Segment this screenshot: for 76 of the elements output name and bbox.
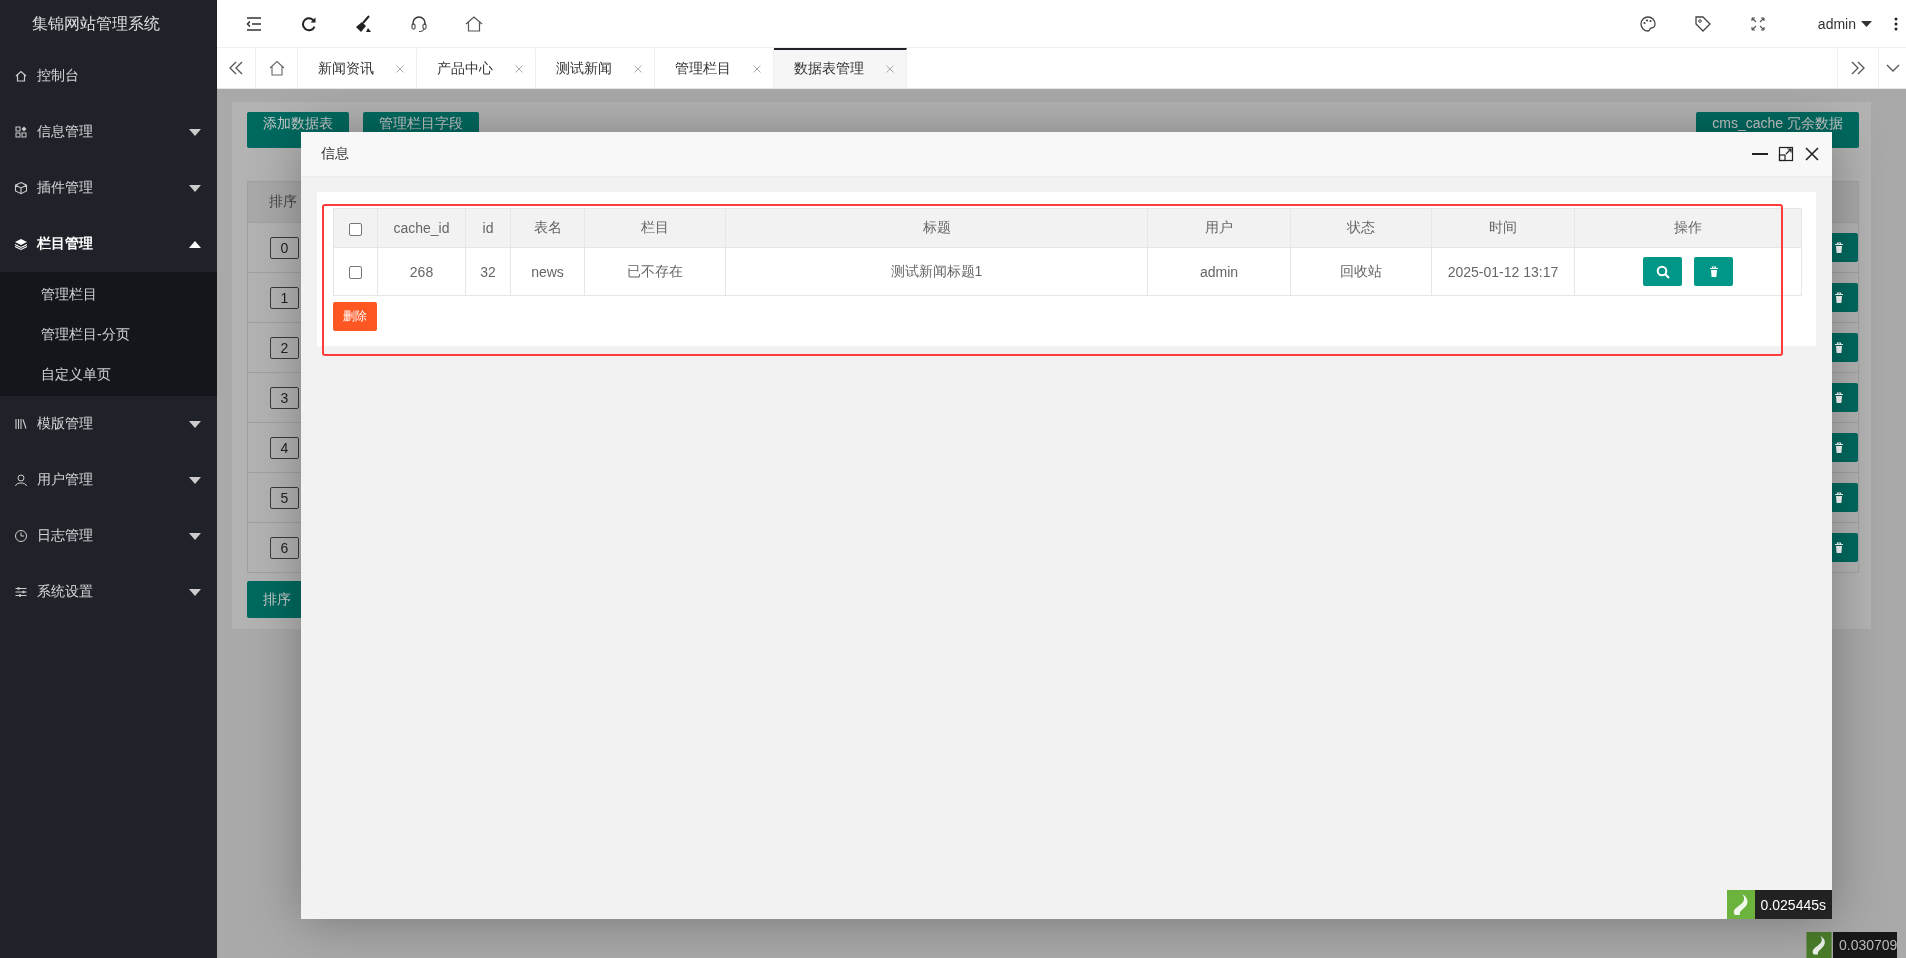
column-header: 时间 bbox=[1431, 208, 1575, 248]
flame-logo-icon bbox=[1726, 890, 1755, 919]
headset-icon bbox=[409, 13, 429, 34]
user-menu[interactable]: admin bbox=[1817, 15, 1872, 32]
column-header: id bbox=[465, 208, 511, 248]
user-icon bbox=[14, 473, 28, 487]
dialog-title: 信息 bbox=[321, 145, 350, 163]
maximize-button[interactable] bbox=[1778, 146, 1794, 162]
table-cell: 268 bbox=[377, 247, 466, 296]
sidebar-item[interactable]: 用户管理 bbox=[0, 452, 217, 508]
order-input[interactable]: 3 bbox=[270, 386, 299, 409]
column-header: 用户 bbox=[1147, 208, 1291, 248]
page-tab[interactable]: 数据表管理 bbox=[774, 48, 907, 88]
sidebar-item[interactable]: 信息管理 bbox=[0, 104, 217, 160]
table-cell: news bbox=[510, 247, 585, 296]
column-header: 表名 bbox=[510, 208, 585, 248]
layers-icon bbox=[14, 237, 28, 251]
caret-down-icon bbox=[1861, 20, 1872, 27]
select-all-checkbox[interactable] bbox=[349, 222, 362, 236]
column-header: 栏目 bbox=[584, 208, 726, 248]
view-button[interactable] bbox=[1643, 257, 1682, 286]
close-icon bbox=[634, 65, 642, 73]
timer-label: 0.030709 bbox=[1833, 932, 1898, 958]
timer-label: 0.025445s bbox=[1754, 890, 1832, 919]
sidebar-item[interactable]: 插件管理 bbox=[0, 160, 217, 216]
sidebar-item[interactable]: 控制台 bbox=[0, 48, 217, 104]
maximize-icon bbox=[1778, 146, 1794, 162]
sidebar-item[interactable]: 模版管理 bbox=[0, 396, 217, 452]
double-chevron-left-icon bbox=[228, 60, 244, 76]
close-icon bbox=[396, 65, 404, 73]
table-cell: 回收站 bbox=[1290, 247, 1432, 296]
delete-button[interactable] bbox=[1694, 257, 1733, 286]
close-icon bbox=[886, 65, 894, 73]
row-checkbox[interactable] bbox=[349, 266, 362, 280]
sidebar-item[interactable]: 日志管理 bbox=[0, 508, 217, 564]
close-button[interactable] bbox=[1804, 146, 1820, 162]
clock-icon bbox=[14, 529, 28, 543]
grid-icon bbox=[14, 125, 28, 139]
app-title: 集锦网站管理系统 bbox=[31, 13, 160, 34]
search-icon bbox=[1655, 264, 1670, 279]
sidebar-subitem[interactable]: 管理栏目 bbox=[0, 274, 217, 314]
flame-logo-icon bbox=[1805, 932, 1833, 958]
double-chevron-right-icon bbox=[1850, 60, 1866, 76]
order-input[interactable]: 5 bbox=[270, 486, 299, 509]
table-cell: 已不存在 bbox=[584, 247, 726, 296]
tag-icon bbox=[1692, 13, 1713, 34]
order-input[interactable]: 4 bbox=[270, 436, 299, 459]
sliders-icon bbox=[14, 585, 28, 599]
order-input[interactable]: 0 bbox=[270, 236, 299, 259]
column-header: 标题 bbox=[725, 208, 1148, 248]
book-icon bbox=[14, 417, 28, 431]
table-cell: admin bbox=[1147, 247, 1291, 296]
close-icon bbox=[753, 65, 761, 73]
minimize-icon bbox=[1752, 153, 1768, 155]
more-icon bbox=[1894, 16, 1898, 31]
sidebar-item[interactable]: 系统设置 bbox=[0, 564, 217, 620]
column-header: cache_id bbox=[377, 208, 466, 248]
close-icon bbox=[1804, 146, 1820, 162]
order-input[interactable]: 1 bbox=[270, 286, 299, 309]
column-header: 状态 bbox=[1290, 208, 1432, 248]
home-icon bbox=[267, 59, 286, 77]
sidebar-item[interactable]: 栏目管理 bbox=[0, 216, 217, 272]
order-input[interactable]: 2 bbox=[270, 336, 299, 359]
sidebar-subitem[interactable]: 管理栏目-分页 bbox=[0, 314, 217, 354]
home-icon bbox=[14, 69, 28, 83]
column-header: 操作 bbox=[1574, 208, 1802, 248]
table-cell: 测试新闻标题1 bbox=[725, 247, 1148, 296]
chevron-down-icon bbox=[1885, 64, 1900, 72]
cube-icon bbox=[14, 181, 28, 195]
sidebar-subitem[interactable]: 自定义单页 bbox=[0, 354, 217, 394]
close-icon bbox=[515, 65, 523, 73]
table-cell: 2025-01-12 13:17 bbox=[1431, 247, 1575, 296]
table-cell: 32 bbox=[465, 247, 511, 296]
broom-icon bbox=[354, 13, 374, 34]
order-input[interactable]: 6 bbox=[270, 536, 299, 559]
palette-icon bbox=[1637, 13, 1658, 34]
